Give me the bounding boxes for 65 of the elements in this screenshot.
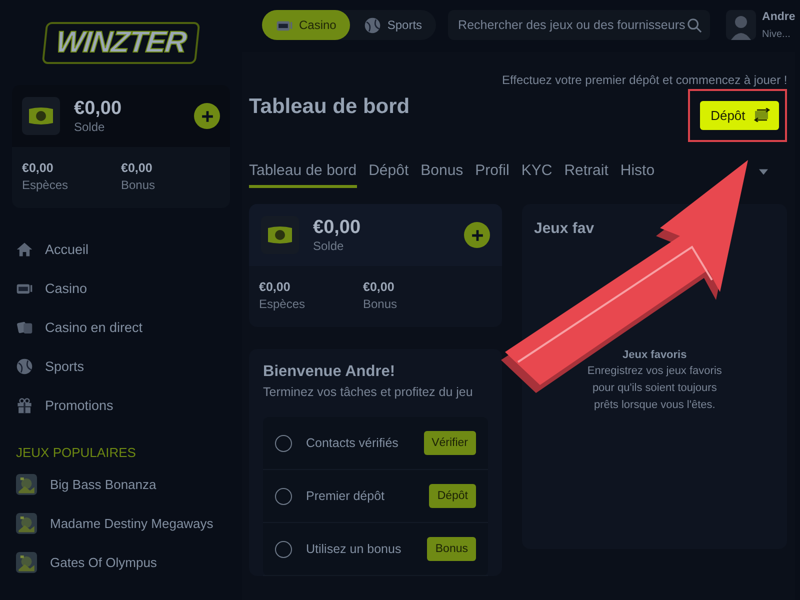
amount-value: €0,00	[259, 280, 292, 294]
task-label: Contacts vérifiés	[306, 436, 400, 450]
task-label: Utilisez un bonus	[306, 542, 402, 556]
nav-item[interactable]: Sports	[12, 347, 230, 386]
banknote-icon	[22, 97, 60, 135]
gift-icon	[16, 397, 33, 414]
task-button[interactable]: Bonus	[427, 537, 476, 561]
promo-text: Effectuez votre premier dépôt et commencez à jouer !	[502, 72, 788, 86]
task-label: Premier dépôt	[306, 489, 386, 503]
amount-value: €0,00	[363, 280, 396, 294]
task-checkbox[interactable]	[275, 488, 292, 504]
ball-icon	[364, 16, 382, 34]
nav-item[interactable]: Casino en direct	[12, 308, 230, 347]
tab[interactable]: Tableau de bord	[249, 162, 357, 188]
amount-value: €0,00	[22, 161, 54, 175]
task-button[interactable]: Dépôt	[429, 484, 476, 508]
welcome-title: Bienvenue Andre!	[263, 363, 396, 381]
balance-amount: €0,00	[74, 98, 123, 120]
tab[interactable]: Dépôt	[368, 162, 409, 188]
caret-icon[interactable]	[758, 169, 768, 175]
ball-icon	[16, 358, 33, 375]
plus-icon	[200, 110, 214, 122]
avatar[interactable]	[726, 10, 756, 40]
search-field[interactable]: Rechercher des jeux ou des fournisseurs	[448, 10, 710, 40]
user-level: Nive...	[762, 28, 792, 40]
favorites-title: Jeux fav	[534, 220, 596, 237]
page-title: Tableau de bord	[249, 95, 410, 119]
amount-label: Espèces	[259, 297, 306, 311]
amount-label: Bonus	[363, 297, 398, 311]
amount-label: Bonus	[121, 178, 156, 192]
tab[interactable]: Histo	[620, 162, 655, 188]
tab[interactable]: Profil	[475, 162, 510, 188]
section-tab[interactable]: Casino	[262, 10, 350, 40]
task-checkbox[interactable]	[275, 434, 292, 452]
home-icon	[16, 241, 33, 258]
task-checkbox[interactable]	[275, 540, 292, 558]
balance-label: Solde	[313, 239, 345, 253]
section-tab[interactable]: Sports	[350, 10, 436, 40]
search-icon	[687, 18, 702, 32]
plus-icon	[470, 228, 484, 242]
amount-value: €0,00	[121, 161, 154, 175]
cards-icon	[16, 319, 33, 336]
logo[interactable]: WINZTER	[42, 22, 200, 64]
nav-item[interactable]: Casino	[12, 269, 230, 308]
nav-item[interactable]: Accueil	[12, 230, 230, 269]
exchange-icon	[753, 108, 772, 122]
balance-amount: €0,00	[313, 217, 362, 239]
welcome-subtitle: Terminez vos tâches et profitez du jeu	[263, 385, 474, 399]
game-item[interactable]: Big Bass Bonanza	[12, 465, 230, 504]
nav-item[interactable]: Promotions	[12, 386, 230, 425]
amount-label: Espèces	[22, 178, 70, 192]
balance-label: Solde	[74, 120, 106, 134]
add-funds-button[interactable]	[464, 222, 490, 248]
game-item[interactable]: Madame Destiny Megaways	[12, 504, 230, 543]
task-button[interactable]: Vérifier	[424, 431, 476, 455]
tab[interactable]: Retrait	[564, 162, 608, 188]
section-title: JEUX POPULAIRES	[15, 444, 137, 462]
add-funds-button[interactable]	[194, 103, 220, 129]
user-name: Andre	[762, 10, 796, 22]
empty-title: Jeux favoris	[622, 349, 687, 361]
tab[interactable]: KYC	[521, 162, 552, 188]
tab[interactable]: Bonus	[420, 162, 464, 188]
empty-text: Enregistrez vos jeux favoris pour qu'ils soient toujours prêts lorsque vous l'êtes.	[586, 364, 723, 413]
deposit-button[interactable]: Dépôt	[700, 100, 780, 130]
game-item[interactable]: Gates Of Olympus	[12, 543, 230, 582]
